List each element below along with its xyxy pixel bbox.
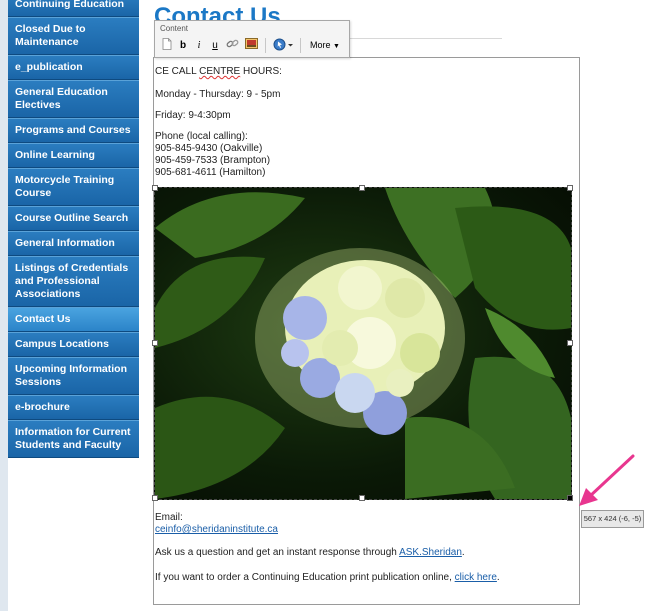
- phone-oakville: 905-845-9430 (Oakville): [155, 143, 263, 154]
- hydrangea-image[interactable]: [154, 187, 572, 500]
- sidebar-item-label: e_publication: [15, 61, 83, 73]
- italic-button[interactable]: i: [192, 38, 206, 53]
- sidebar-item-programs-and-courses[interactable]: Programs and Courses: [8, 118, 139, 143]
- resize-handle-right[interactable]: [567, 340, 573, 346]
- ask-sheridan-link[interactable]: ASK.Sheridan: [399, 547, 462, 558]
- sidebar-item-general-information[interactable]: General Information: [8, 231, 139, 256]
- sidebar-nav: Continuing Education Closed Due to Maint…: [8, 0, 139, 458]
- sidebar-item-continuing-education[interactable]: Continuing Education: [8, 0, 139, 17]
- document-icon[interactable]: [160, 38, 174, 53]
- sidebar-item-label: Campus Locations: [15, 338, 109, 350]
- hydrangea-photo: [155, 188, 571, 499]
- ask-end: .: [461, 547, 465, 558]
- sidebar-item-motorcycle-training-course[interactable]: Motorcycle Training Course: [8, 168, 139, 206]
- more-label: More: [310, 40, 331, 50]
- bold-button[interactable]: b: [176, 38, 190, 53]
- sidebar-item-course-outline-search[interactable]: Course Outline Search: [8, 206, 139, 231]
- sidebar-item-upcoming-information-sessions[interactable]: Upcoming Information Sessions: [8, 357, 139, 395]
- phone-hamilton: 905-681-4611 (Hamilton): [155, 167, 266, 178]
- phone-brampton: 905-459-7533 (Brampton): [155, 155, 271, 166]
- sidebar-item-information-for-current-students[interactable]: Information for Current Students and Fac…: [8, 420, 139, 458]
- sidebar-item-label: Course Outline Search: [15, 212, 129, 224]
- sidebar-item-online-learning[interactable]: Online Learning: [8, 143, 139, 168]
- sidebar-item-campus-locations[interactable]: Campus Locations: [8, 332, 139, 357]
- underline-button[interactable]: u: [208, 38, 222, 53]
- sidebar-item-label: Continuing Education: [15, 0, 125, 10]
- resize-handle-left[interactable]: [152, 340, 158, 346]
- sidebar-item-closed-due-to-maintenance[interactable]: Closed Due to Maintenance: [8, 17, 139, 55]
- sidebar-item-label: Motorcycle Training Course: [15, 174, 115, 199]
- ask-line: Ask us a question and get an instant res…: [155, 547, 465, 560]
- toolbar-label: Content: [160, 24, 189, 33]
- chevron-down-icon: ▼: [333, 43, 340, 50]
- resize-handle-top[interactable]: [359, 185, 365, 191]
- image-icon[interactable]: [244, 38, 258, 53]
- sidebar-item-contact-us[interactable]: Contact Us: [8, 307, 139, 332]
- sidebar-item-label: General Information: [15, 237, 115, 249]
- sidebar-item-label: General Education Electives: [15, 86, 108, 111]
- sidebar-item-label: Online Learning: [15, 149, 95, 161]
- sidebar-item-general-education-electives[interactable]: General Education Electives: [8, 80, 139, 118]
- ask-text: Ask us a question and get an instant res…: [155, 547, 400, 558]
- resize-handle-top-left[interactable]: [152, 185, 158, 191]
- resize-handle-top-right[interactable]: [567, 185, 573, 191]
- toolbar-separator: [300, 38, 301, 53]
- sidebar-item-e-brochure[interactable]: e-brochure: [8, 395, 139, 420]
- sidebar-item-label: Information for Current Students and Fac…: [15, 426, 131, 451]
- email-line: ceinfo@sheridaninstitute.ca: [155, 524, 278, 537]
- friday-hours: Friday: 9-4:30pm: [155, 110, 231, 121]
- sidebar-item-label: Programs and Courses: [15, 124, 131, 136]
- more-menu-button[interactable]: More ▼: [305, 38, 345, 53]
- hours-heading-prefix: CE CALL: [155, 66, 200, 77]
- hours-heading: CE CALL CENTRE HOURS:: [155, 66, 282, 79]
- hours-heading-misspelled-word: CENTRE: [199, 66, 241, 77]
- order-text: If you want to order a Continuing Educat…: [155, 572, 455, 583]
- link-icon[interactable]: [225, 38, 239, 53]
- hours-heading-suffix: HOURS:: [240, 66, 282, 77]
- order-line: If you want to order a Continuing Educat…: [155, 572, 500, 585]
- email-label: Email:: [155, 512, 183, 523]
- sidebar-item-e-publication[interactable]: e_publication: [8, 55, 139, 80]
- resize-handle-bottom[interactable]: [359, 495, 365, 501]
- click-here-link[interactable]: click here: [455, 572, 497, 583]
- image-size-tooltip: 567 x 424 (-6, -5): [581, 510, 644, 528]
- resize-handle-bottom-right[interactable]: [567, 495, 573, 501]
- phone-heading: Phone (local calling):: [155, 131, 248, 142]
- sidebar-item-label: Upcoming Information Sessions: [15, 363, 127, 388]
- sidebar-item-label: e-brochure: [15, 401, 70, 413]
- toolbar-separator: [265, 38, 266, 53]
- sidebar-item-listings-of-credentials[interactable]: Listings of Credentials and Professional…: [8, 256, 139, 307]
- left-edge-strip: [0, 0, 8, 611]
- editor-toolbar: Content b i u More ▼: [154, 20, 350, 58]
- weekday-hours: Monday - Thursday: 9 - 5pm: [155, 89, 281, 100]
- email-link[interactable]: ceinfo@sheridaninstitute.ca: [155, 524, 278, 535]
- sidebar-item-label: Listings of Credentials and Professional…: [15, 262, 129, 300]
- annotation-arrow-icon: [579, 454, 635, 506]
- order-end: .: [496, 572, 500, 583]
- resize-handle-bottom-left[interactable]: [152, 495, 158, 501]
- sidebar-item-label: Closed Due to Maintenance: [15, 23, 86, 48]
- cursor-dropdown-icon[interactable]: [273, 38, 295, 53]
- sidebar-item-label: Contact Us: [15, 313, 71, 325]
